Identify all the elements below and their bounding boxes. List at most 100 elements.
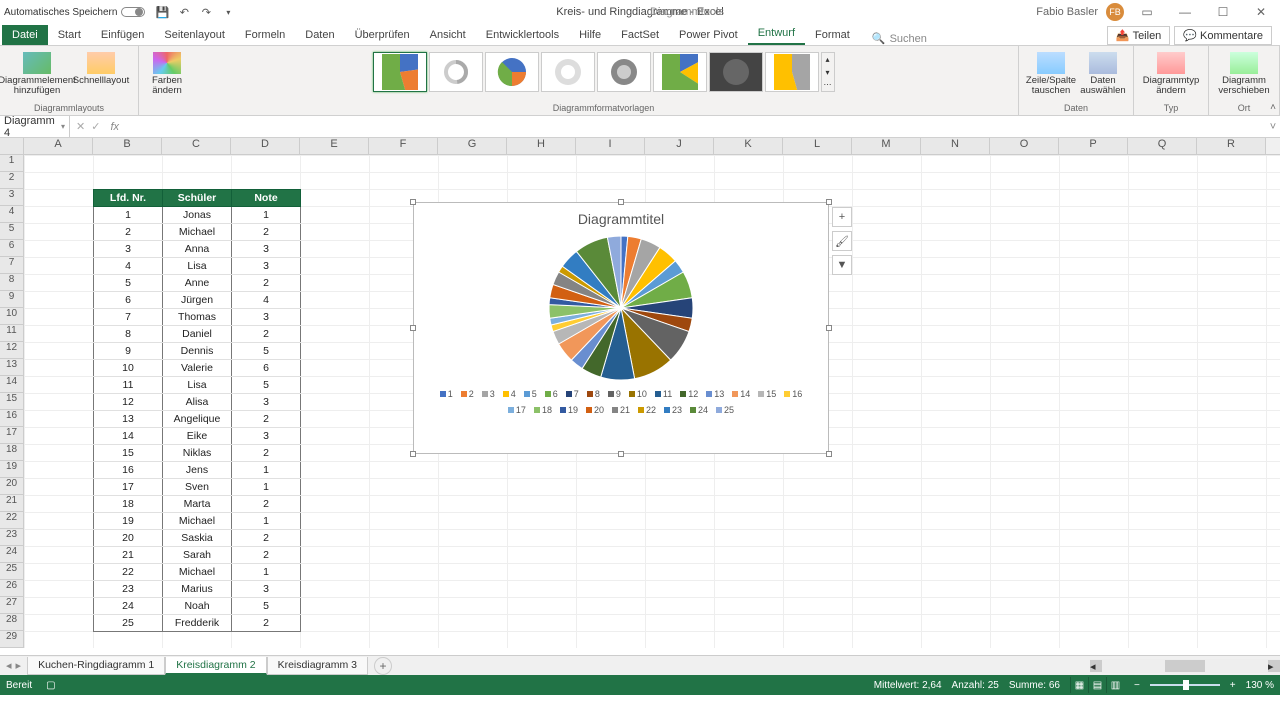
cell[interactable]: Fredderik xyxy=(163,615,232,632)
legend-item[interactable]: 16 xyxy=(784,389,802,399)
row-header[interactable]: 5 xyxy=(0,223,24,240)
chart-style-8[interactable] xyxy=(765,52,819,92)
legend-item[interactable]: 18 xyxy=(534,405,552,415)
cell[interactable]: 12 xyxy=(94,394,163,411)
tab-formeln[interactable]: Formeln xyxy=(235,25,295,45)
row-header[interactable]: 18 xyxy=(0,444,24,461)
cell[interactable]: Lisa xyxy=(163,377,232,394)
cell[interactable]: 23 xyxy=(94,581,163,598)
close-icon[interactable]: ✕ xyxy=(1246,2,1276,22)
column-header[interactable]: O xyxy=(990,138,1059,154)
save-icon[interactable]: 💾 xyxy=(155,5,169,19)
toggle-switch[interactable] xyxy=(121,7,145,17)
pie-chart[interactable] xyxy=(546,233,696,383)
column-header[interactable]: R xyxy=(1197,138,1266,154)
chart-legend[interactable]: 1234567891011121314151617181920212223242… xyxy=(414,383,828,421)
chart-object[interactable]: Diagrammtitel 12345678910111213141516171… xyxy=(413,202,829,454)
legend-item[interactable]: 25 xyxy=(716,405,734,415)
share-button[interactable]: 📤Teilen xyxy=(1107,26,1170,45)
column-header[interactable]: M xyxy=(852,138,921,154)
cell[interactable]: 2 xyxy=(232,547,301,564)
zoom-in-icon[interactable]: + xyxy=(1230,680,1236,691)
quick-layout-button[interactable]: Schnelllayout xyxy=(70,48,132,90)
legend-item[interactable]: 6 xyxy=(545,389,558,399)
column-header[interactable]: D xyxy=(231,138,300,154)
cell[interactable]: 1 xyxy=(232,462,301,479)
cell[interactable]: Daniel xyxy=(163,326,232,343)
cell[interactable]: Niklas xyxy=(163,445,232,462)
legend-item[interactable]: 15 xyxy=(758,389,776,399)
row-header[interactable]: 20 xyxy=(0,478,24,495)
column-header[interactable]: K xyxy=(714,138,783,154)
cell[interactable]: 2 xyxy=(232,615,301,632)
cell[interactable]: 17 xyxy=(94,479,163,496)
tab-überprüfen[interactable]: Überprüfen xyxy=(345,25,420,45)
legend-item[interactable]: 8 xyxy=(587,389,600,399)
sheet-nav-next-icon[interactable]: ▸ xyxy=(16,659,22,672)
cell[interactable]: 4 xyxy=(232,292,301,309)
legend-item[interactable]: 1 xyxy=(440,389,453,399)
legend-item[interactable]: 10 xyxy=(629,389,647,399)
legend-item[interactable]: 9 xyxy=(608,389,621,399)
cell[interactable]: 7 xyxy=(94,309,163,326)
column-header[interactable]: N xyxy=(921,138,990,154)
cell[interactable]: Lisa xyxy=(163,258,232,275)
row-header[interactable]: 3 xyxy=(0,189,24,206)
cell[interactable]: 3 xyxy=(232,258,301,275)
column-header[interactable]: E xyxy=(300,138,369,154)
chart-filters-button[interactable]: ▼ xyxy=(832,255,852,275)
column-header[interactable]: A xyxy=(24,138,93,154)
maximize-icon[interactable]: ☐ xyxy=(1208,2,1238,22)
cell[interactable]: Marta xyxy=(163,496,232,513)
sheet-tab[interactable]: Kreisdiagramm 2 xyxy=(165,657,266,675)
row-header[interactable]: 17 xyxy=(0,427,24,444)
user-avatar[interactable]: FB xyxy=(1106,3,1124,21)
cell[interactable]: 25 xyxy=(94,615,163,632)
cell[interactable]: 16 xyxy=(94,462,163,479)
cell[interactable]: 3 xyxy=(232,428,301,445)
chart-style-2[interactable] xyxy=(429,52,483,92)
tab-file[interactable]: Datei xyxy=(2,25,48,45)
autosave-toggle[interactable]: Automatisches Speichern xyxy=(4,7,145,18)
chart-elements-button[interactable]: + xyxy=(832,207,852,227)
cell[interactable]: Anne xyxy=(163,275,232,292)
cell[interactable]: 18 xyxy=(94,496,163,513)
cell[interactable]: Jonas xyxy=(163,207,232,224)
cell[interactable]: 1 xyxy=(232,207,301,224)
expand-formula-bar-icon[interactable]: ˅ xyxy=(1266,121,1280,133)
cell[interactable]: 20 xyxy=(94,530,163,547)
cell[interactable]: 22 xyxy=(94,564,163,581)
cell[interactable]: 10 xyxy=(94,360,163,377)
resize-handle[interactable] xyxy=(826,451,832,457)
comments-button[interactable]: 💬Kommentare xyxy=(1174,26,1272,45)
row-header[interactable]: 13 xyxy=(0,359,24,376)
minimize-icon[interactable]: — xyxy=(1170,2,1200,22)
legend-item[interactable]: 5 xyxy=(524,389,537,399)
tab-ansicht[interactable]: Ansicht xyxy=(420,25,476,45)
cell[interactable]: 2 xyxy=(232,530,301,547)
cell[interactable]: Jürgen xyxy=(163,292,232,309)
legend-item[interactable]: 3 xyxy=(482,389,495,399)
legend-item[interactable]: 17 xyxy=(508,405,526,415)
cell[interactable]: Dennis xyxy=(163,343,232,360)
cell[interactable]: Alisa xyxy=(163,394,232,411)
cell[interactable]: Eike xyxy=(163,428,232,445)
cell[interactable]: 24 xyxy=(94,598,163,615)
chart-styles-button[interactable]: 🖌 xyxy=(832,231,852,251)
tab-power pivot[interactable]: Power Pivot xyxy=(669,25,748,45)
cell[interactable]: 3 xyxy=(94,241,163,258)
change-colors-button[interactable]: Farben ändern xyxy=(145,48,189,101)
row-header[interactable]: 4 xyxy=(0,206,24,223)
column-header[interactable]: I xyxy=(576,138,645,154)
tab-hilfe[interactable]: Hilfe xyxy=(569,25,611,45)
cell[interactable]: 3 xyxy=(232,241,301,258)
row-header[interactable]: 24 xyxy=(0,546,24,563)
chart-styles-gallery[interactable]: ▴▾⋯ xyxy=(371,48,837,96)
select-all-cell[interactable] xyxy=(0,138,24,154)
row-header[interactable]: 26 xyxy=(0,580,24,597)
collapse-ribbon-icon[interactable]: ˄ xyxy=(1270,102,1276,113)
chart-style-4[interactable] xyxy=(541,52,595,92)
cell[interactable]: 5 xyxy=(94,275,163,292)
legend-item[interactable]: 13 xyxy=(706,389,724,399)
worksheet-grid[interactable]: ABCDEFGHIJKLMNOPQR 123456789101112131415… xyxy=(0,138,1280,655)
